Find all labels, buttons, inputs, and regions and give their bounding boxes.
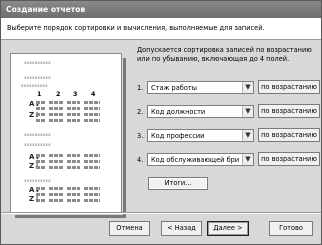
- preview-placeholder: xxxxxxxxxx: [24, 60, 51, 65]
- sort-field-row: 4. Код обслуживающей бриг ▼ по возрастан…: [137, 152, 321, 167]
- preview-column-number: 1: [37, 91, 42, 98]
- preview-column-number: 3: [73, 91, 78, 98]
- instruction-text: Выберите порядок сортировки и вычисления…: [7, 24, 265, 32]
- preview-placeholder: xxxxxxxxxx: [21, 83, 48, 88]
- sort-order-button[interactable]: по возрастанию: [258, 128, 320, 142]
- sort-order-button[interactable]: по возрастанию: [258, 104, 320, 118]
- sort-field-number: 1.: [137, 84, 144, 92]
- finish-button[interactable]: Готово: [269, 221, 313, 236]
- sort-field-number: 3.: [137, 132, 144, 140]
- back-button[interactable]: < Назад: [161, 221, 202, 236]
- sort-field-value: Стаж работы: [151, 84, 197, 92]
- preview-placeholder: xxxxxxxxxx: [24, 142, 51, 147]
- report-wizard-window: Создание отчетов Выберите порядок сортир…: [0, 0, 322, 245]
- preview-placeholder: xxxxxxxxxx: [24, 132, 51, 137]
- preview-column-number: 4: [91, 91, 96, 98]
- preview-placeholder: xxxxxxxxxx: [24, 178, 51, 183]
- sort-description: Допускается сортировка записей по возрас…: [137, 46, 312, 63]
- sort-field-value: Код обслуживающей бриг: [151, 156, 239, 164]
- sort-field-row: 2. Код должности ▼ по возрастанию: [137, 104, 321, 119]
- preview-shadow: [123, 58, 126, 216]
- chevron-down-icon[interactable]: ▼: [242, 130, 253, 141]
- chevron-down-icon[interactable]: ▼: [242, 106, 253, 117]
- wizard-header: Выберите порядок сортировки и вычисления…: [1, 18, 321, 40]
- sort-field-combo[interactable]: Код должности ▼: [147, 105, 254, 118]
- sort-field-number: 2.: [137, 108, 144, 116]
- sort-field-row: 3. Код профессии ▼ по возрастанию: [137, 128, 321, 143]
- sort-field-number: 4.: [137, 156, 144, 164]
- chevron-down-icon[interactable]: ▼: [242, 82, 253, 93]
- sort-field-value: Код профессии: [151, 132, 205, 140]
- preview-shadow: [15, 215, 126, 218]
- chevron-down-icon[interactable]: ▼: [242, 154, 253, 165]
- cancel-button[interactable]: Отмена: [109, 221, 150, 236]
- preview-column-number: 2: [56, 91, 61, 98]
- next-button[interactable]: Далее >: [207, 221, 249, 236]
- sort-field-combo[interactable]: Код профессии ▼: [147, 129, 254, 142]
- sort-field-combo[interactable]: Код обслуживающей бриг ▼: [147, 153, 254, 166]
- window-title: Создание отчетов: [1, 1, 321, 18]
- footer-separator: [1, 212, 321, 214]
- preview-placeholder: xxxxxxxxxx: [24, 75, 51, 80]
- sort-field-combo[interactable]: Стаж работы ▼: [147, 81, 254, 94]
- sort-preview-image: xxxxxxxxxx xxxxxxxxxx xxxxxxxxxx 1 2 3 4…: [10, 53, 126, 218]
- totals-button[interactable]: Итоги...: [148, 177, 208, 190]
- sort-field-value: Код должности: [151, 108, 206, 116]
- sort-order-button[interactable]: по возрастанию: [258, 152, 320, 166]
- sort-field-row: 1. Стаж работы ▼ по возрастанию: [137, 80, 321, 95]
- sort-order-button[interactable]: по возрастанию: [258, 80, 320, 94]
